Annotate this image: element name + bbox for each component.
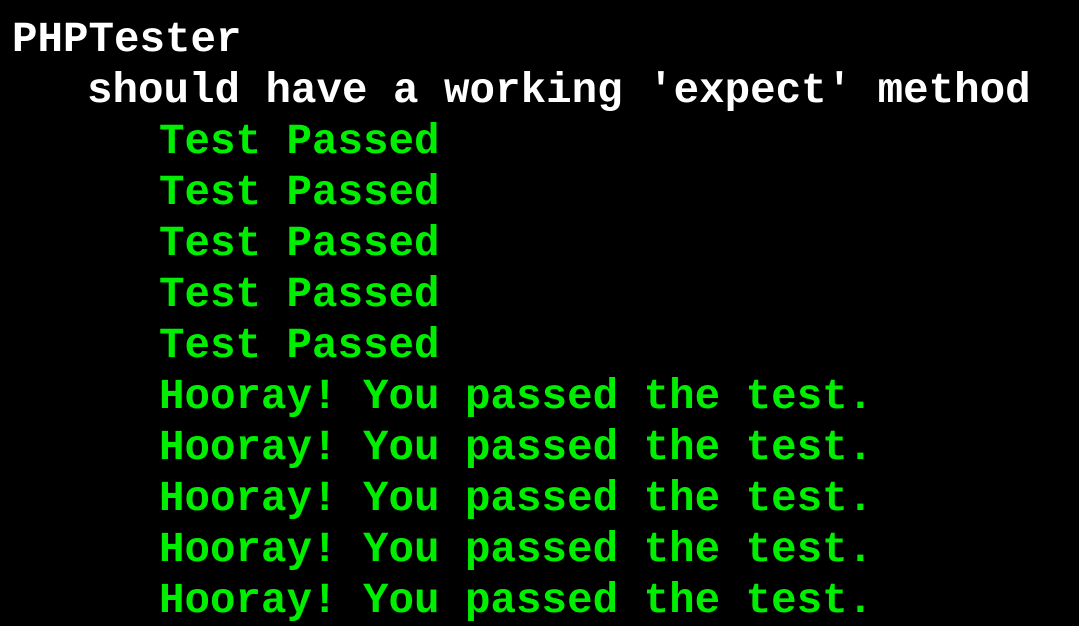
result-line: Hooray! You passed the test. <box>159 577 874 625</box>
spec-title: should have a working 'expect' method <box>87 67 1031 115</box>
result-line: Test Passed <box>159 271 440 319</box>
result-line: Hooray! You passed the test. <box>159 526 874 574</box>
result-line: Test Passed <box>159 118 440 166</box>
result-line: Test Passed <box>159 220 440 268</box>
result-line: Hooray! You passed the test. <box>159 424 874 472</box>
suite-title: PHPTester <box>12 16 242 64</box>
result-line: Hooray! You passed the test. <box>159 373 874 421</box>
result-line: Test Passed <box>159 169 440 217</box>
result-line: Test Passed <box>159 322 440 370</box>
terminal-output: PHPTester should have a working 'expect'… <box>0 0 1079 626</box>
result-line: Hooray! You passed the test. <box>159 475 874 523</box>
